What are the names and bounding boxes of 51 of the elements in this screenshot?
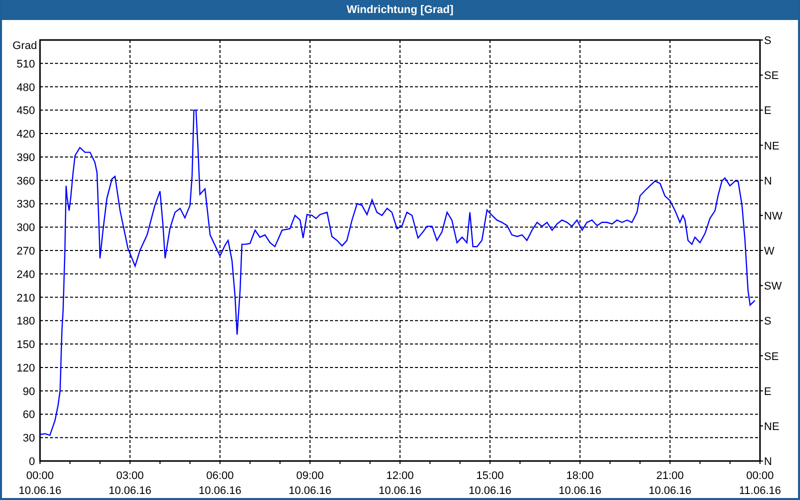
- x-axis-date-label: 10.06.16: [108, 485, 152, 497]
- x-axis-time-label: 00:00: [26, 470, 54, 482]
- y-axis-label: 330: [16, 198, 35, 211]
- x-axis-date-label: 10.06.16: [558, 485, 602, 497]
- window-title: Windrichtung [Grad]: [346, 2, 454, 18]
- compass-axis-label: W: [764, 246, 774, 258]
- x-axis-time-label: 21:00: [656, 470, 684, 482]
- compass-axis-label: E: [764, 386, 772, 398]
- y-axis-label: 360: [16, 175, 35, 188]
- x-axis-date-label: 10.06.16: [288, 485, 332, 497]
- y-axis-label: 210: [16, 292, 35, 304]
- compass-axis-label: NE: [764, 140, 780, 152]
- compass-axis-label: S: [764, 316, 772, 328]
- x-axis-time-label: 06:00: [206, 470, 234, 482]
- y-axis-label: 180: [16, 316, 35, 328]
- y-axis-title: Grad: [12, 40, 37, 52]
- y-axis-label: 150: [16, 339, 35, 352]
- compass-axis-label: NE: [764, 420, 780, 433]
- y-axis-label: 390: [16, 152, 35, 164]
- x-axis-date-label: 11.06.16: [739, 485, 781, 497]
- x-axis-date-label: 10.06.16: [18, 485, 62, 497]
- y-axis-label: 240: [16, 268, 35, 281]
- y-axis-label: 270: [16, 246, 35, 258]
- y-axis-label: 120: [16, 362, 35, 374]
- compass-axis-label: NW: [764, 210, 782, 222]
- compass-axis-label: SW: [764, 280, 782, 293]
- compass-axis-label: N: [764, 175, 772, 188]
- y-axis-label: 300: [16, 222, 35, 234]
- x-axis-time-label: 09:00: [296, 470, 324, 482]
- y-axis-label: 420: [16, 128, 35, 141]
- x-axis-time-label: 00:00: [746, 470, 774, 482]
- y-axis-label: 90: [22, 386, 35, 398]
- x-axis-date-label: 10.06.16: [468, 485, 512, 497]
- y-axis-label: 30: [22, 432, 35, 445]
- x-axis-time-label: 18:00: [566, 470, 594, 482]
- x-axis-time-label: 03:00: [116, 470, 144, 482]
- compass-axis-label: SE: [764, 70, 779, 82]
- compass-axis-label: S: [764, 35, 772, 47]
- x-axis-date-label: 10.06.16: [378, 485, 422, 497]
- y-axis-label: 0: [28, 456, 35, 468]
- x-axis-time-label: 12:00: [386, 470, 414, 482]
- compass-axis-label: SE: [764, 350, 779, 363]
- x-axis-date-label: 10.06.16: [648, 485, 692, 497]
- x-axis-time-label: 15:00: [476, 470, 504, 482]
- compass-axis-label: E: [764, 105, 772, 118]
- y-axis-label: 450: [16, 105, 35, 118]
- x-axis-date-label: 10.06.16: [198, 485, 242, 497]
- compass-axis-label: N: [764, 456, 772, 468]
- y-axis-label: 480: [16, 82, 35, 94]
- y-axis-label: 60: [22, 409, 35, 422]
- y-axis-label: 510: [16, 58, 35, 70]
